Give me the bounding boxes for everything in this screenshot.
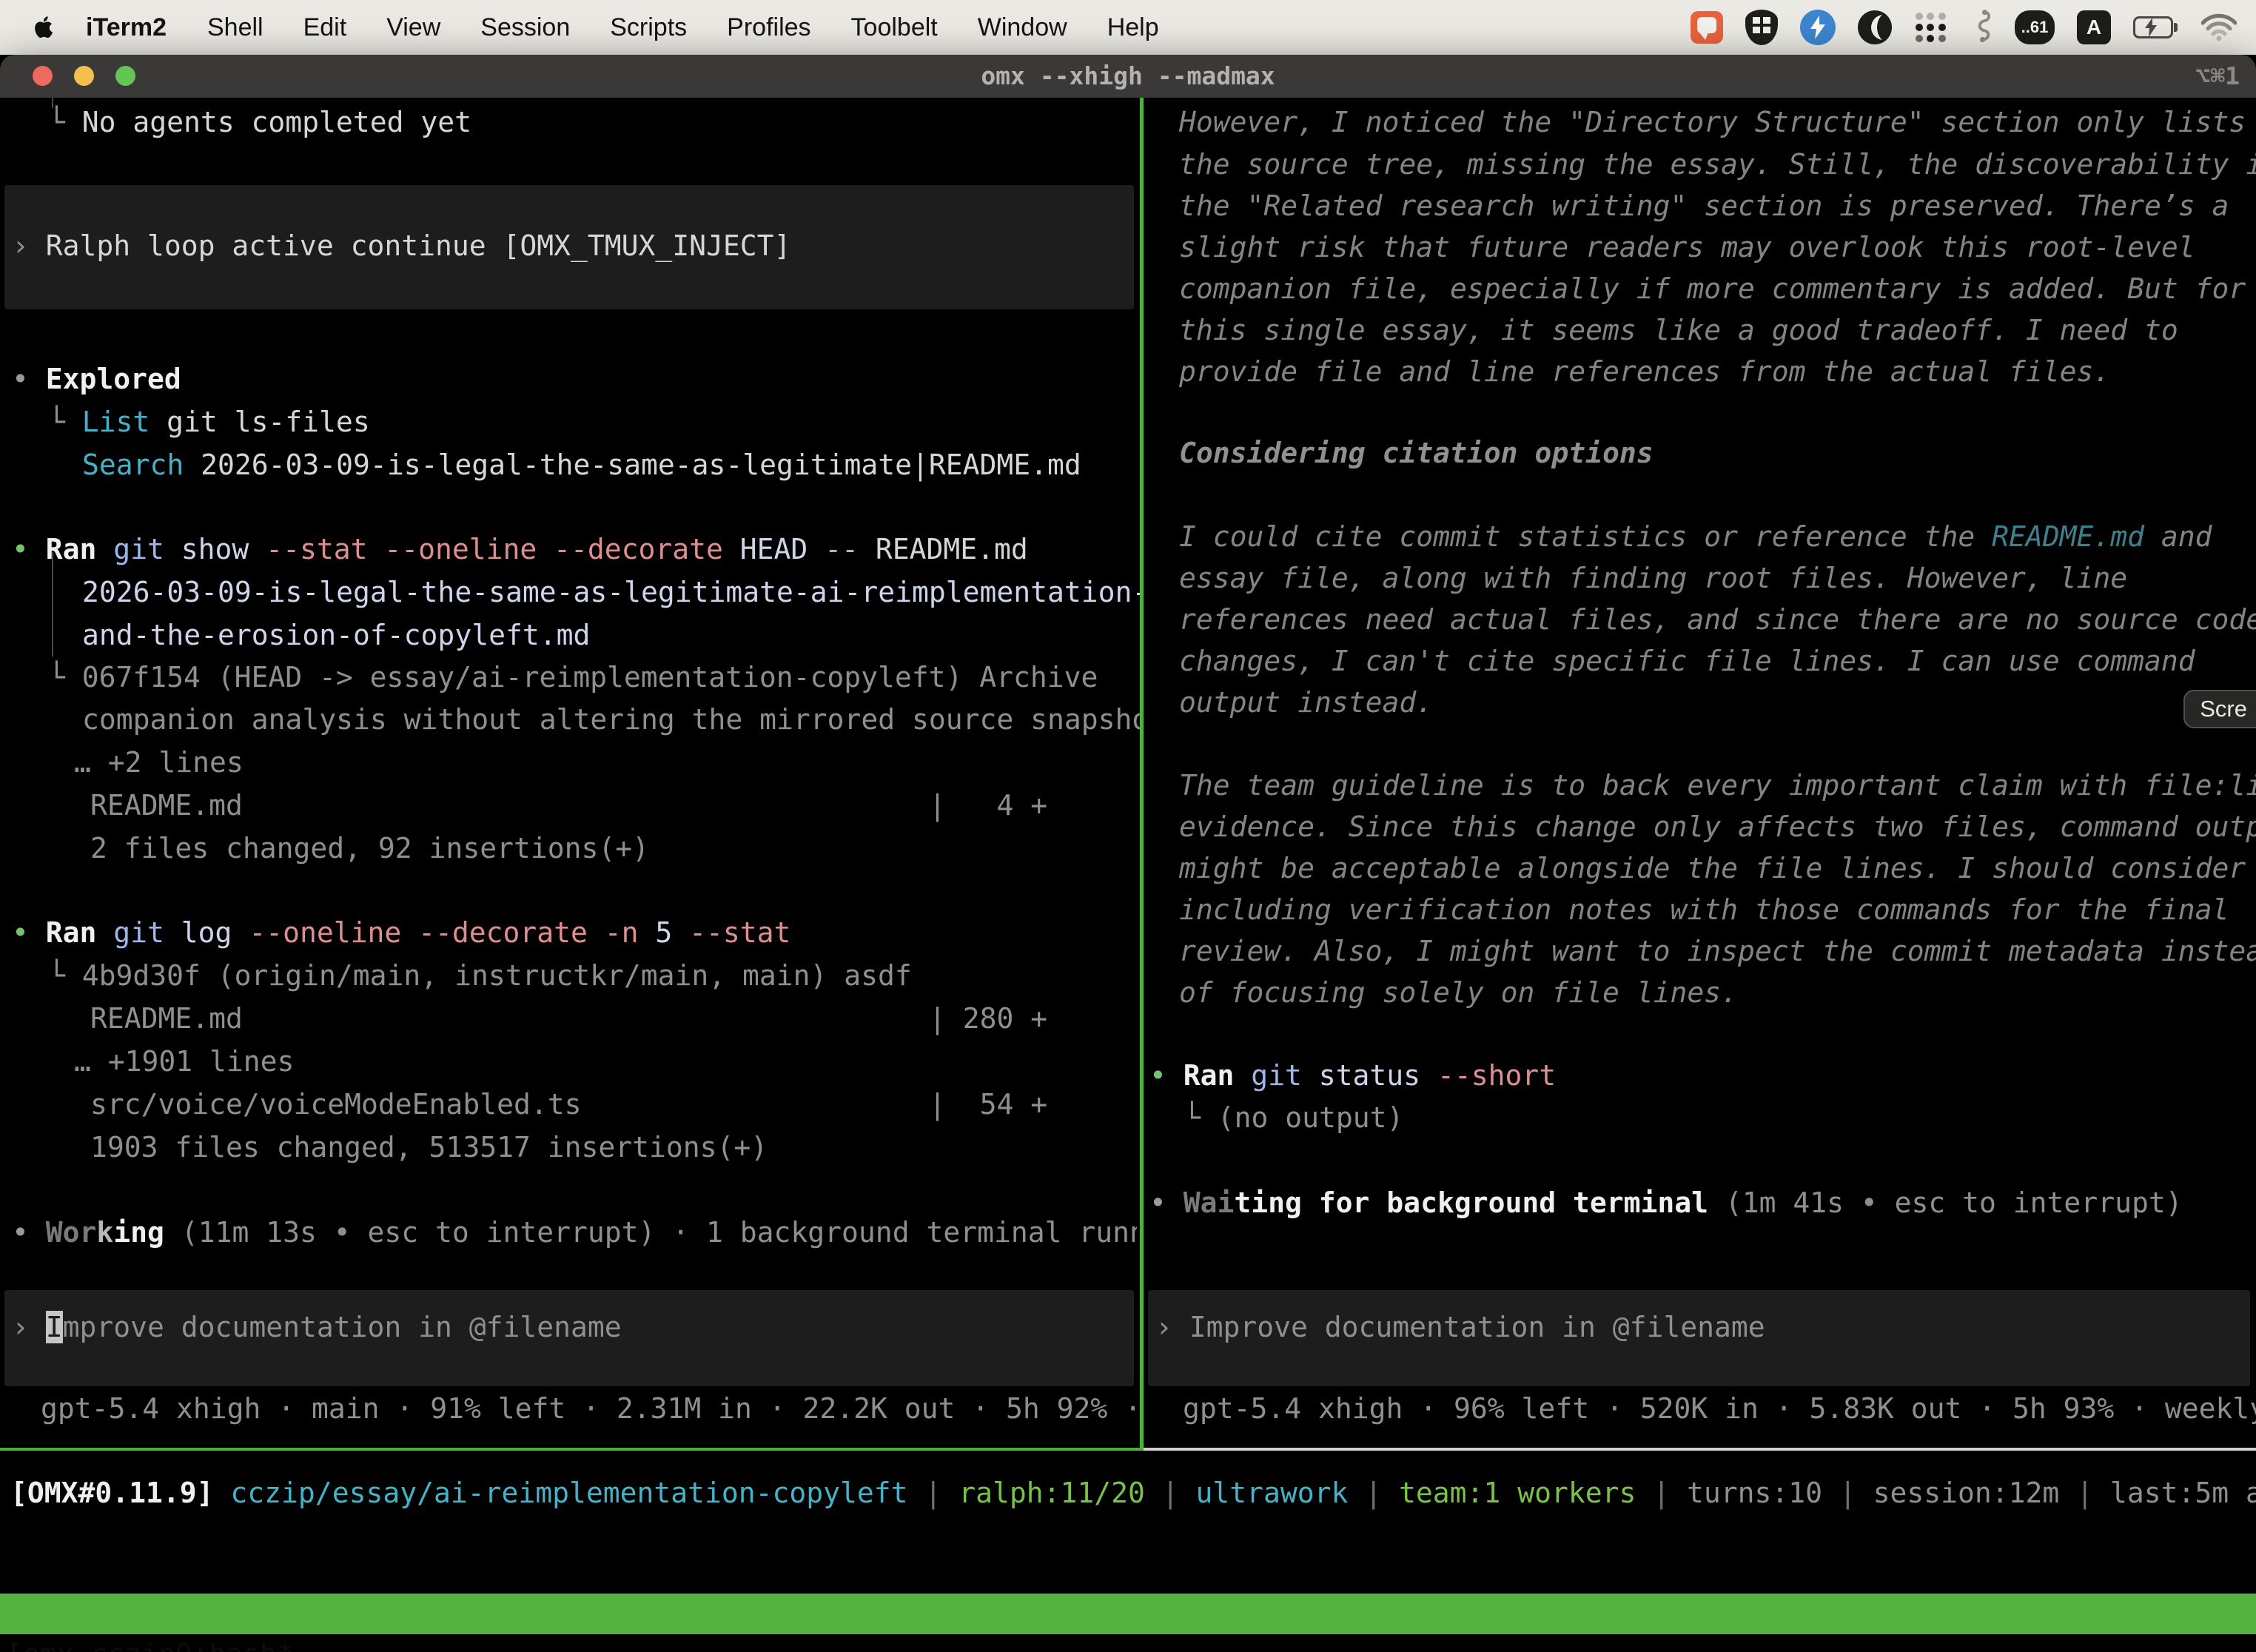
window-title: omx --xhigh --madmax: [0, 55, 2256, 98]
reasoning-text-line: the source tree, missing the essay. Stil…: [1179, 144, 2256, 186]
menu-app-name[interactable]: iTerm2: [78, 13, 187, 42]
reasoning-text-line: including verification notes with those …: [1179, 889, 2229, 931]
window-shortcut-badge: ⌥⌘1: [2195, 55, 2240, 98]
prompt-input-box[interactable]: › Improve documentation in @filename: [4, 1290, 1134, 1386]
tmux-pane-right[interactable]: However, I noticed the "Directory Struct…: [1145, 98, 2256, 1448]
reasoning-text-line: provide file and line references from th…: [1179, 351, 2110, 393]
dots-grid-icon[interactable]: [1914, 10, 1948, 44]
macos-menu-bar: iTerm2 Shell Edit View Session Scripts P…: [0, 0, 2256, 55]
menu-item-scripts[interactable]: Scripts: [590, 13, 707, 42]
inject-input-box[interactable]: › Ralph loop active continue [OMX_TMUX_I…: [4, 185, 1134, 309]
explored-header: • Explored: [12, 358, 181, 400]
reasoning-text-line: evidence. Since this change only affects…: [1179, 806, 2256, 848]
window-title-bar[interactable]: omx --xhigh --madmax ⌥⌘1: [0, 55, 2256, 98]
chat-app-icon[interactable]: [1691, 11, 1723, 44]
dark-crescent-icon[interactable]: [1858, 10, 1892, 44]
diffstat-row: README.md| 280 +: [90, 998, 1047, 1040]
reasoning-text-line: this single essay, it seems like a good …: [1179, 309, 2178, 352]
prompt-line: › Improve documentation in @filename: [12, 1306, 1140, 1349]
reasoning-text-line: changes, I can't cite specific file line…: [1179, 640, 2195, 682]
reasoning-text-line: of focusing solely on file lines.: [1179, 972, 1738, 1014]
menu-item-window[interactable]: Window: [958, 13, 1087, 42]
wifi-icon[interactable]: [2201, 13, 2237, 41]
apple-menu-icon[interactable]: [31, 13, 56, 42]
explored-search-line: Search 2026-03-09-is-legal-the-same-as-l…: [82, 444, 1081, 486]
omx-status-bar: [OMX#0.11.9] cczip/essay/ai-reimplementa…: [10, 1472, 2256, 1514]
menu-item-help[interactable]: Help: [1087, 13, 1179, 42]
iterm2-window: omx --xhigh --madmax ⌥⌘1 └ No agents com…: [0, 55, 2256, 1652]
menu-item-shell[interactable]: Shell: [187, 13, 283, 42]
screen-share-chip[interactable]: Scre: [2183, 690, 2256, 728]
letter-a-icon[interactable]: A: [2077, 10, 2111, 44]
terminal-area[interactable]: └ No agents completed yet › Ralph loop a…: [0, 98, 2256, 1652]
git-show-output: └ 067f154 (HEAD -> essay/ai-reimplementa…: [48, 657, 1098, 699]
git-show-arg-line: and-the-erosion-of-copyleft.md: [82, 614, 590, 657]
menu-item-session[interactable]: Session: [460, 13, 590, 42]
menu-item-profiles[interactable]: Profiles: [707, 13, 830, 42]
git-show-arg-line: 2026-03-09-is-legal-the-same-as-legitima…: [82, 571, 1140, 614]
pane-border-inactive: [1144, 1448, 2256, 1451]
badge-61-icon[interactable]: ..61: [2015, 10, 2055, 44]
reasoning-heading: Considering citation options: [1179, 432, 1654, 474]
diffstat-row: README.md| 4 +: [90, 785, 1047, 827]
model-status-line: gpt-5.4 xhigh · 96% left · 520K in · 5.8…: [1183, 1388, 2256, 1430]
reasoning-text-line: However, I noticed the "Directory Struct…: [1179, 101, 2246, 144]
working-status-line: • Working (11m 13s • esc to interrupt) ·…: [12, 1212, 1137, 1254]
git-show-command: • Ran git show --stat --oneline --decora…: [12, 528, 1028, 571]
hook-icon[interactable]: [1970, 10, 1993, 45]
menu-status-icons: ..61 A: [1691, 10, 2256, 45]
git-log-output: └ 4b9d30f (origin/main, instructkr/main,…: [48, 955, 912, 997]
collapsed-lines-indicator[interactable]: … +2 lines: [74, 742, 244, 784]
reasoning-text-line: might be acceptable alongside the file l…: [1179, 847, 2246, 890]
reasoning-text-line: companion file, especially if more comme…: [1179, 268, 2246, 310]
prompt-line: › Improve documentation in @filename: [1155, 1306, 2256, 1349]
pane-border-active: [0, 1448, 1140, 1451]
tmux-session-label[interactable]: [omx-cczip0:bash*: [6, 1634, 294, 1652]
reasoning-text-line: The team guideline is to back every impo…: [1179, 765, 2256, 807]
reasoning-text-line: output instead.: [1179, 682, 1433, 724]
reasoning-text-line: the "Related research writing" section i…: [1179, 185, 2229, 227]
reasoning-text-line: I could cite commit statistics or refere…: [1179, 516, 2212, 558]
git-log-command: • Ran git log --oneline --decorate -n 5 …: [12, 912, 790, 954]
pane-divider[interactable]: [1140, 98, 1144, 1451]
diffstat-summary: 1903 files changed, 513517 insertions(+): [90, 1126, 768, 1169]
tree-connector: [52, 552, 53, 657]
reasoning-text-line: slight risk that future readers may over…: [1179, 226, 2195, 269]
git-status-command: • Ran git status --short: [1149, 1055, 1556, 1097]
diffstat-summary: 2 files changed, 92 insertions(+): [90, 827, 649, 870]
shield-icon[interactable]: [1745, 10, 1778, 45]
tmux-pane-left[interactable]: └ No agents completed yet › Ralph loop a…: [0, 98, 1140, 1448]
explored-list-line: └ List git ls-files: [48, 401, 370, 443]
agents-status-line: └ No agents completed yet: [48, 101, 471, 144]
inject-prompt-line: › Ralph loop active continue [OMX_TMUX_I…: [12, 225, 1140, 267]
speedtest-bolt-icon[interactable]: [1800, 10, 1836, 45]
tmux-status-bar: [omx-cczip0:bash* "MacBook-Pro-44.local"…: [0, 1594, 2256, 1634]
model-status-line: gpt-5.4 xhigh · main · 91% left · 2.31M …: [41, 1388, 1140, 1430]
git-show-output: companion analysis without altering the …: [82, 699, 1140, 741]
menu-item-view[interactable]: View: [366, 13, 460, 42]
menu-item-toolbelt[interactable]: Toolbelt: [831, 13, 958, 42]
git-status-output: └ (no output): [1184, 1097, 1403, 1139]
reasoning-text-line: references need actual files, and since …: [1179, 599, 2256, 641]
waiting-status-line: • Waiting for background terminal (1m 41…: [1149, 1182, 2183, 1224]
prompt-input-box[interactable]: › Improve documentation in @filename: [1148, 1290, 2250, 1386]
reasoning-text-line: essay file, along with finding root file…: [1179, 557, 2127, 600]
reasoning-text-line: review. Also, I might want to inspect th…: [1179, 930, 2256, 973]
battery-icon[interactable]: [2133, 16, 2179, 38]
menu-item-edit[interactable]: Edit: [283, 13, 367, 42]
diffstat-row: src/voice/voiceModeEnabled.ts| 54 +: [90, 1084, 1047, 1126]
collapsed-lines-indicator[interactable]: … +1901 lines: [74, 1041, 294, 1083]
